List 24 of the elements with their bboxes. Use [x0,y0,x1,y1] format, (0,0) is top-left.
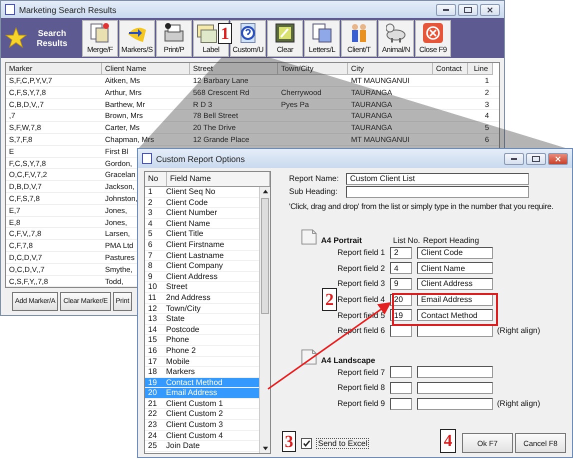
step-number-tooltip: 4 [440,429,456,453]
column-label: List No. [393,236,422,245]
column-label: Report Heading [423,236,480,245]
field-label: Report Name: [289,174,340,183]
field-label: Report field 9 [337,399,385,408]
field-label: Report field 7 [337,368,385,377]
field-note: (Right align) [497,399,540,408]
step-number-tooltip: 1 [218,23,232,44]
checkbox-label: Send to Excel [316,438,370,448]
step-number-tooltip: 2 [322,288,337,311]
field-label: Sub Heading: [289,187,338,196]
toolbar-title: Search Results [36,28,68,48]
field-note: (Right align) [497,326,540,336]
field-label: Report field 1 [337,248,385,258]
step-number-tooltip: 3 [282,431,296,452]
window-title: Marketing Search Results [19,4,116,14]
section-title: A4 Portrait [321,236,362,245]
field-label: Report field 3 [337,279,385,288]
window-title: Custom Report Options [156,154,245,164]
field-label: Report field 8 [337,383,385,392]
section-title: A4 Landscape [321,356,376,365]
field-label: Report field 4 [337,295,385,304]
instruction-text: 'Click, drag and drop' from the list or simply type in the number that you require. [289,202,554,211]
field-label: Report field 2 [337,264,385,273]
